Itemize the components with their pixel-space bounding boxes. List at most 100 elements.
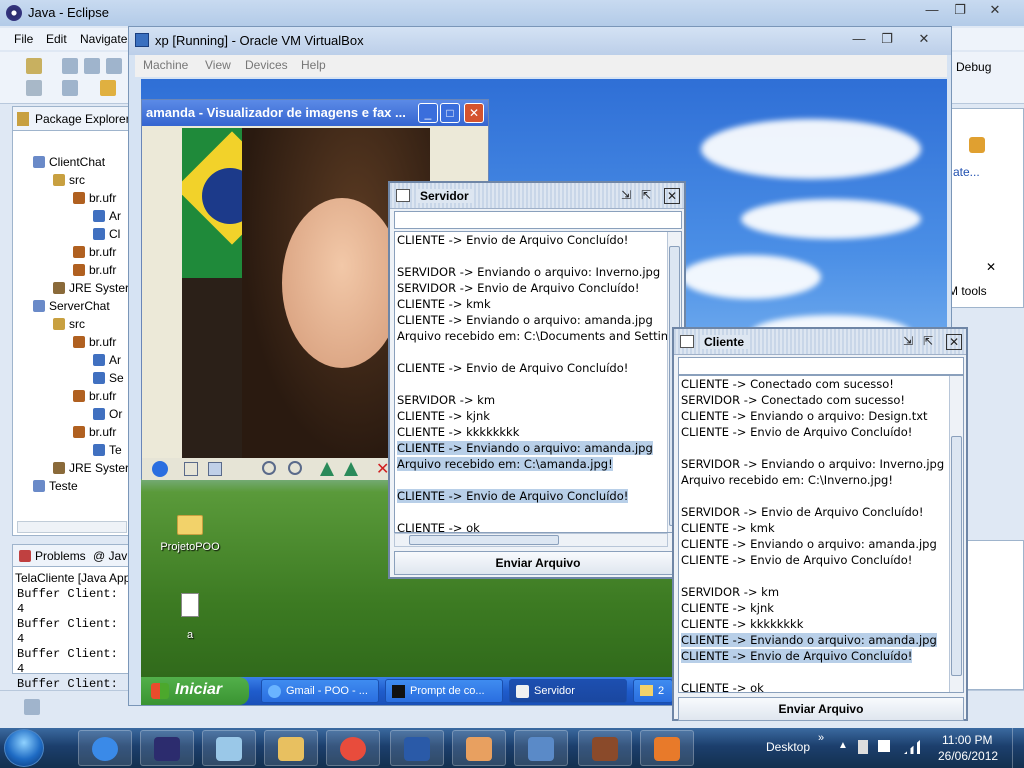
fast-view-icon[interactable] [24,699,40,715]
taskbar-pinned-virtualbox[interactable] [514,730,568,766]
tree-item[interactable]: br.ufr [73,245,116,259]
menu-help[interactable]: Help [301,58,326,72]
vbox-close-button[interactable]: ✕ [907,31,941,49]
tree-item[interactable]: src [53,173,85,187]
menu-view[interactable]: View [205,58,231,72]
tab-javadoc[interactable]: @ Jav [93,549,127,563]
cliente-send-file-button[interactable]: Enviar Arquivo [678,697,964,721]
tree-item[interactable]: Cl [93,227,120,241]
show-hidden-icons-icon[interactable]: ▲ [838,740,848,751]
taskbar-pinned-eclipse[interactable] [140,730,194,766]
desktop-icon-projetopoo[interactable]: ProjetoPOO [155,515,225,553]
taskbar-pinned-explorer[interactable] [264,730,318,766]
taskbar-button-folder[interactable]: 2 [633,679,673,703]
tree-item[interactable]: Ar [93,353,121,367]
taskbar-button-servidor[interactable]: Servidor [509,679,627,703]
clock-date[interactable]: 26/06/2012 [938,749,998,763]
taskbar-pinned-chrome[interactable] [326,730,380,766]
scroll-thumb[interactable] [409,535,559,545]
package-explorer-tab[interactable]: Package Explorer [13,107,131,131]
servidor-close-button[interactable]: ✕ [664,188,680,204]
taskbar-pinned-ie[interactable] [78,730,132,766]
flag-icon[interactable] [878,740,890,752]
zoom-out-icon[interactable] [288,461,302,475]
clock-time[interactable]: 11:00 PM [942,733,992,747]
menu-machine[interactable]: Machine [143,58,188,72]
power-icon[interactable] [858,740,868,754]
menu-devices[interactable]: Devices [245,58,288,72]
vbox-maximize-button[interactable]: ❐ [873,31,901,49]
viewer-close-button[interactable]: ✕ [464,103,484,123]
tree-item[interactable]: br.ufr [73,425,116,439]
tree-item[interactable]: br.ufr [73,263,116,277]
slideshow-icon[interactable] [152,461,168,477]
menu-file[interactable]: File [14,32,33,46]
eclipse-maximize-button[interactable]: ❐ [946,2,974,20]
tree-item[interactable]: ServerChat [33,299,110,313]
show-desktop-button[interactable] [1012,728,1024,768]
tree-item[interactable]: br.ufr [73,389,116,403]
print-icon[interactable] [106,58,122,74]
zoom-in-icon[interactable] [262,461,276,475]
servidor-message-input[interactable] [394,211,682,229]
back-icon[interactable] [100,80,116,96]
scroll-thumb[interactable] [951,436,962,676]
tab-problems[interactable]: Problems [19,549,86,563]
taskbar-pinned-paint[interactable] [452,730,506,766]
tree-item[interactable]: Te [93,443,122,457]
servidor-send-file-button[interactable]: Enviar Arquivo [394,551,682,575]
cliente-maximize-button[interactable]: ⇱ [920,334,936,350]
menu-edit[interactable]: Edit [46,32,67,46]
servidor-maximize-button[interactable]: ⇱ [638,188,654,204]
rotate-counterclockwise-icon[interactable] [344,462,358,476]
cliente-message-input[interactable] [678,357,964,375]
tree-item[interactable]: ClientChat [33,155,105,169]
tree-item[interactable]: br.ufr [73,191,116,205]
cliente-vertical-scrollbar[interactable] [949,376,963,692]
save-icon[interactable] [62,58,78,74]
servidor-minimize-button[interactable]: ⇲ [618,188,634,204]
tree-horizontal-scrollbar[interactable] [17,521,127,533]
tree-item[interactable]: br.ufr [73,335,116,349]
taskbar-pinned-java[interactable] [640,730,694,766]
tree-item[interactable]: Or [93,407,122,421]
rotate-clockwise-icon[interactable] [320,462,334,476]
eclipse-close-button[interactable]: ✕ [978,2,1012,20]
vbox-minimize-button[interactable]: — [845,31,873,49]
task-list-icon[interactable] [969,137,985,153]
perspective-debug[interactable]: Debug [956,60,991,74]
taskbar-pinned-word[interactable] [390,730,444,766]
desktop-toolbar-label[interactable]: Desktop [766,740,810,754]
tree-item[interactable]: Teste [33,479,78,493]
servidor-log-lines: CLIENTE -> Envio de Arquivo Concluído! SE… [395,232,681,532]
refactor-icon[interactable] [26,80,42,96]
tree-item[interactable]: src [53,317,85,331]
toolbar-chevron-icon[interactable]: » [818,732,824,744]
save-all-icon[interactable] [84,58,100,74]
connect-link[interactable]: ate... [953,165,980,179]
network-icon[interactable] [904,740,920,754]
close-icon[interactable]: ✕ [986,260,996,274]
next-annotation-icon[interactable] [62,80,78,96]
taskbar-button-prompt[interactable]: Prompt de co... [385,679,503,703]
taskbar-pinned-javaee[interactable] [578,730,632,766]
taskbar-pinned-notepad[interactable] [202,730,256,766]
eclipse-minimize-button[interactable]: — [918,2,946,20]
menu-navigate[interactable]: Navigate [80,32,127,46]
best-fit-icon[interactable] [184,462,198,476]
desktop-icon-a[interactable]: a [165,593,215,641]
tree-item[interactable]: Ar [93,209,121,223]
start-orb-icon[interactable] [4,729,44,767]
taskbar-button-gmail[interactable]: Gmail - POO - ... [261,679,379,703]
viewer-maximize-button[interactable]: □ [440,103,460,123]
tree-item[interactable]: JRE Syster [53,461,129,475]
tree-item[interactable]: JRE Syster [53,281,129,295]
actual-size-icon[interactable] [208,462,222,476]
servidor-horizontal-scrollbar[interactable] [394,533,668,547]
start-button[interactable]: Iniciar [141,677,249,705]
cliente-close-button[interactable]: ✕ [946,334,962,350]
cliente-minimize-button[interactable]: ⇲ [900,334,916,350]
viewer-minimize-button[interactable]: _ [418,103,438,123]
new-icon[interactable] [26,58,42,74]
tree-item[interactable]: Se [93,371,124,385]
